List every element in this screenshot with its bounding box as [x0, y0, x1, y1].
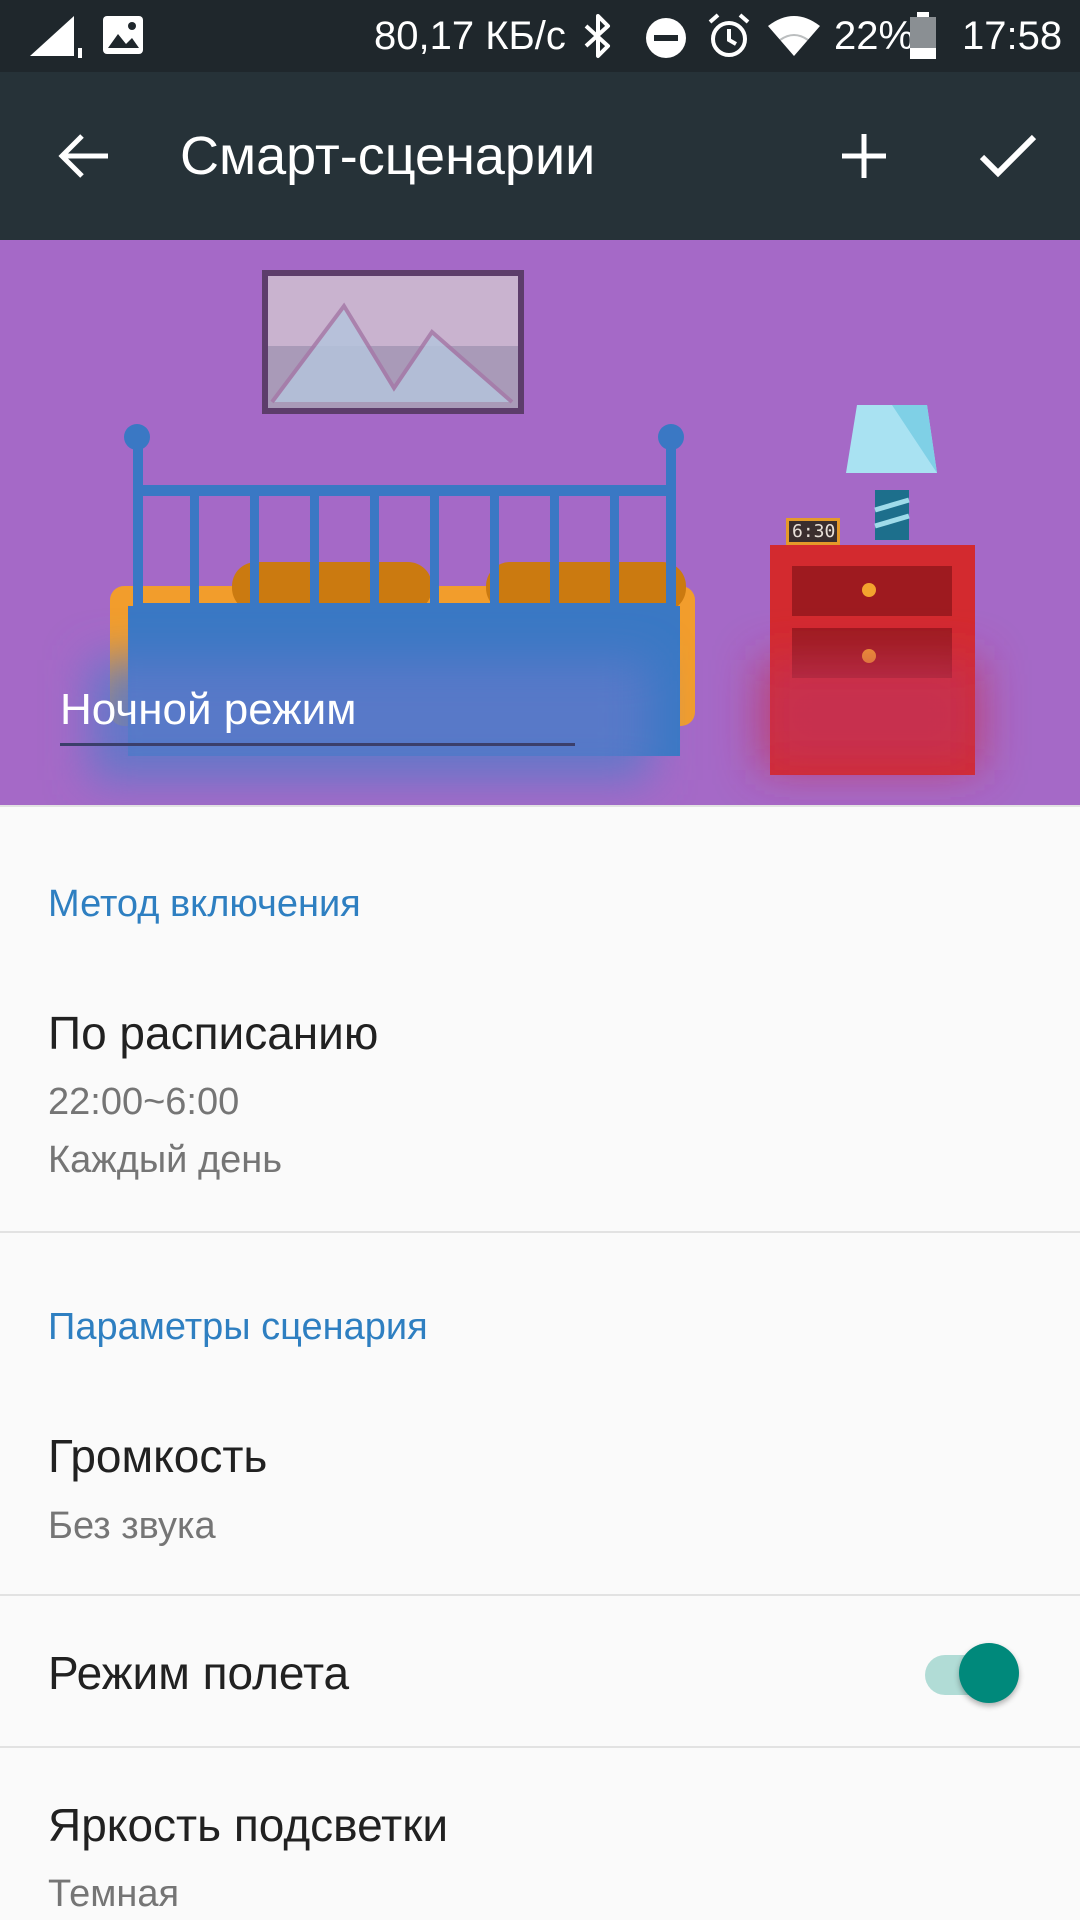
toggle-thumb [959, 1643, 1019, 1703]
schedule-repeat: Каждый день [48, 1139, 283, 1181]
airplane-mode-toggle[interactable] [925, 1640, 1025, 1706]
scene-name-input[interactable]: Ночной режим [60, 683, 575, 746]
wifi-icon [768, 16, 820, 56]
back-button[interactable] [34, 106, 134, 206]
clock: 17:58 [962, 14, 1063, 58]
battery-icon [910, 12, 936, 59]
add-button[interactable] [814, 106, 914, 206]
nightstand-clock-time: 6:30 [792, 521, 836, 542]
volume-value: Без звука [48, 1505, 216, 1547]
brightness-value: Темная [48, 1873, 180, 1915]
volume-title: Громкость [48, 1430, 268, 1482]
schedule-time: 22:00~6:00 [48, 1081, 240, 1123]
brightness-title: Яркость подсветки [48, 1799, 449, 1851]
app-bar: Смарт-сценарии [0, 72, 1080, 240]
page-title: Смарт-сценарии [180, 126, 596, 186]
battery-percent: 22% [834, 14, 915, 58]
divider [0, 805, 1080, 807]
schedule-title: По расписанию [48, 1007, 379, 1059]
plus-icon [842, 134, 886, 178]
arrow-back-icon [58, 134, 108, 178]
check-icon [979, 134, 1037, 178]
alarm-icon [708, 13, 750, 57]
scene-banner: 6:30 Ночной режим [0, 240, 1080, 805]
cell-signal-icon [30, 16, 82, 58]
bluetooth-icon [584, 14, 610, 58]
airplane-mode-title: Режим полета [48, 1647, 350, 1699]
do-not-disturb-icon [646, 18, 686, 58]
section-header-activation: Метод включения [48, 883, 361, 925]
net-speed: 80,17 КБ/с [374, 14, 566, 58]
section-header-params: Параметры сценария [48, 1306, 428, 1348]
status-bar: 80,17 КБ/с 22% 17:58 [0, 0, 1080, 72]
image-notification-icon [103, 16, 143, 54]
confirm-button[interactable] [958, 106, 1058, 206]
divider [0, 1231, 1080, 1233]
